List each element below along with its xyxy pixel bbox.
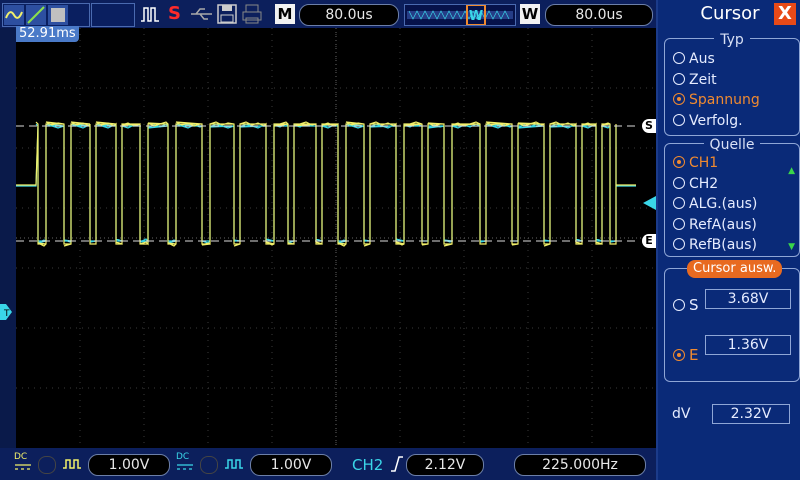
cursor-e-value[interactable]: 1.36V — [705, 335, 791, 355]
usb-icon — [191, 8, 212, 20]
measure-icons-group[interactable] — [2, 3, 90, 27]
source-group: Quelle CH1 CH2 ALG.(aus) RefA(aus) RefB(aus)… — [664, 137, 800, 257]
ch2-coupling: DC — [176, 452, 190, 462]
type-option[interactable]: Verfolg. — [673, 111, 743, 131]
overview-window-icon: W — [469, 9, 483, 24]
scroll-down-icon[interactable]: ▼ — [788, 242, 795, 252]
save-icon[interactable] — [217, 4, 237, 24]
ch2-level-marker[interactable] — [643, 196, 656, 210]
cursor-panel: Cursor X Typ Aus Zeit Spannung Verfolg. Que… — [656, 0, 800, 480]
close-button[interactable]: X — [774, 3, 796, 25]
pulse-trigger-icon — [141, 7, 159, 22]
radio-icon — [673, 176, 685, 189]
ch2-bandwidth-icon — [200, 456, 218, 474]
radio-icon — [673, 299, 685, 311]
top-toolbar: S M 80.0us W W 80.0us — [0, 0, 656, 28]
type-option[interactable]: Spannung — [673, 90, 760, 110]
type-group-label: Typ — [714, 32, 750, 48]
stop-icon[interactable]: S — [168, 3, 181, 24]
panel-title-text: Cursor — [700, 3, 760, 24]
type-group: Typ Aus Zeit Spannung Verfolg. — [664, 32, 800, 136]
cursor-s-marker[interactable]: S — [642, 119, 656, 133]
source-group-label: Quelle — [703, 137, 761, 153]
overview-wave: W — [407, 4, 513, 26]
source-option-label: CH2 — [689, 175, 719, 192]
source-option-label: RefA(aus) — [689, 216, 757, 233]
trigger-level[interactable]: 2.12V — [406, 454, 484, 476]
grid — [16, 28, 656, 448]
cursor-s-option[interactable]: S — [673, 295, 699, 315]
ch1-waveform — [16, 121, 636, 247]
timebase-display[interactable]: 80.0us — [299, 4, 399, 26]
type-option-label: Verfolg. — [689, 112, 743, 129]
ch1-scale[interactable]: 1.00V — [88, 454, 170, 476]
ch1-bandwidth-icon — [38, 456, 56, 474]
radio-icon — [673, 113, 685, 126]
source-option-label: RefB(aus) — [689, 237, 757, 253]
type-option-label: Spannung — [689, 92, 760, 108]
radio-icon — [673, 217, 685, 230]
window-button[interactable]: W — [520, 4, 540, 24]
source-option[interactable]: RefB(aus) — [673, 235, 757, 255]
bottom-status-bar: DC 1.00V DC 1.00V CH2 2.12V 225.000Hz — [0, 448, 656, 480]
trigger-source[interactable]: CH2 — [352, 456, 383, 474]
cursor-select-group: Cursor ausw. S 3.68V E 1.36V — [664, 260, 800, 382]
cursor-e-marker[interactable]: E — [642, 234, 656, 248]
svg-text:T: T — [3, 309, 10, 319]
type-option-label: Aus — [689, 51, 715, 67]
scope-display[interactable]: 52.91ms S E — [16, 26, 656, 448]
radio-selected-icon — [673, 156, 685, 168]
dc-coupling-icon-2 — [177, 464, 193, 470]
source-option[interactable]: ALG.(aus) — [673, 194, 757, 214]
zoom-timebase-display[interactable]: 80.0us — [545, 4, 653, 26]
dv-label: dV — [672, 406, 691, 422]
trigger-position-marker[interactable]: T — [0, 304, 12, 320]
cursor-s-value[interactable]: 3.68V — [705, 289, 791, 309]
empty-slot — [91, 3, 135, 27]
frequency-readout: 225.000Hz — [514, 454, 646, 476]
source-option[interactable]: RefA(aus) — [673, 215, 757, 235]
ch1-coupling: DC — [14, 452, 28, 462]
printer-icon[interactable] — [242, 4, 262, 24]
cursor-select-label: Cursor ausw. — [687, 260, 783, 278]
source-option[interactable]: CH2 — [673, 174, 718, 194]
ch2-probe-icon — [225, 459, 243, 469]
rising-edge-icon — [391, 456, 403, 472]
cursor-e-label: E — [689, 346, 699, 364]
source-option[interactable]: CH1 — [673, 153, 718, 173]
math-button[interactable]: M — [275, 4, 295, 24]
dc-coupling-icon — [15, 464, 31, 470]
cursor-e-option[interactable]: E — [673, 345, 698, 365]
type-option[interactable]: Aus — [673, 49, 715, 69]
scope-canvas — [16, 28, 656, 448]
radio-icon — [673, 197, 685, 209]
dv-value: 2.32V — [712, 404, 790, 424]
scroll-up-icon[interactable]: ▲ — [788, 166, 795, 176]
radio-selected-icon — [673, 93, 685, 105]
time-readout: 52.91ms — [16, 26, 79, 42]
source-option-label: ALG.(aus) — [689, 196, 758, 212]
waveforms — [16, 121, 636, 247]
radio-icon — [673, 52, 685, 64]
source-option-label: CH1 — [689, 155, 719, 171]
ch2-waveform — [16, 123, 636, 244]
ch1-probe-icon — [63, 459, 81, 469]
waveform-type-icons — [4, 5, 88, 25]
radio-icon — [673, 72, 685, 85]
type-option[interactable]: Zeit — [673, 70, 717, 90]
radio-selected-icon — [673, 349, 685, 361]
ch2-scale[interactable]: 1.00V — [250, 454, 332, 476]
waveform-overview[interactable]: W — [404, 4, 516, 26]
radio-icon — [673, 238, 685, 250]
cursor-s-label: S — [689, 296, 699, 314]
type-option-label: Zeit — [689, 71, 717, 88]
